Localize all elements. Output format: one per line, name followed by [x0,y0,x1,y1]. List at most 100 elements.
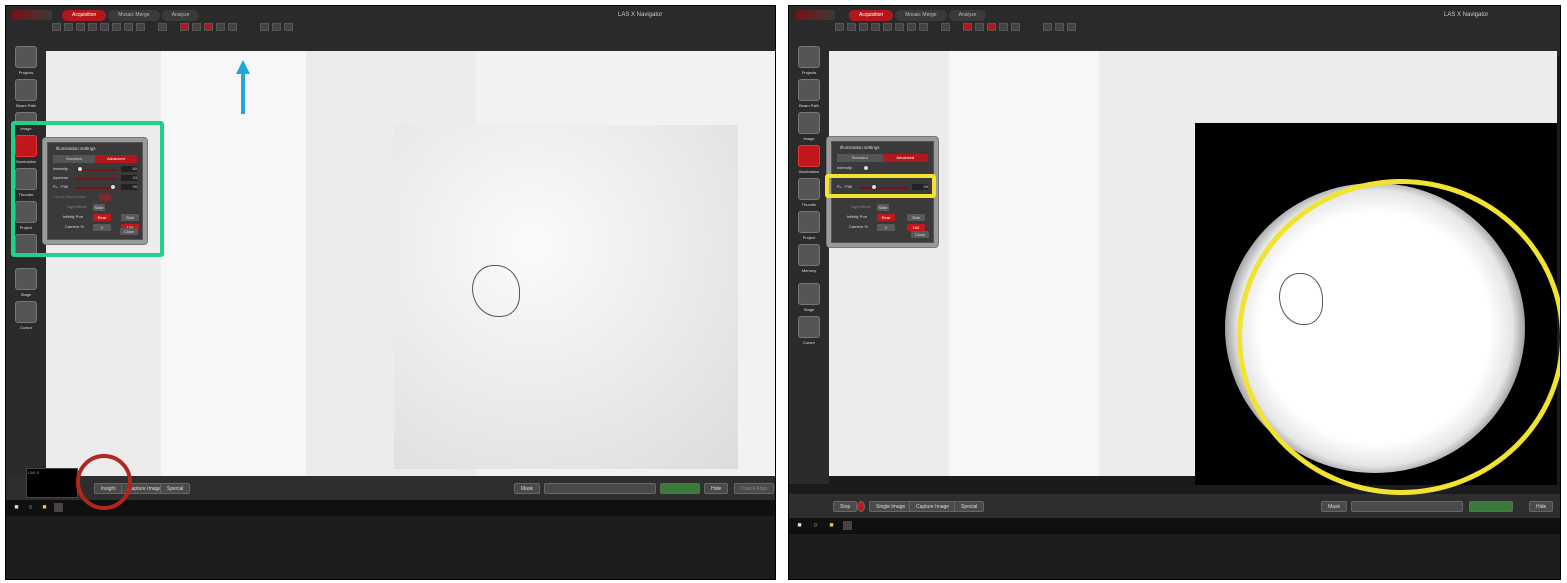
tool-button[interactable] [52,23,61,31]
stop-button[interactable]: Stop [833,501,858,512]
aperture-value[interactable]: 24 [121,175,137,181]
search-icon[interactable]: ○ [811,521,820,530]
las-x-taskbar-icon[interactable]: ▪ [843,521,852,530]
close-button[interactable]: Close [120,228,138,235]
mask-button[interactable]: Mask [514,483,540,494]
sidebar-item-memory[interactable]: Memory [793,244,825,273]
tool-button[interactable] [847,23,856,31]
capture-image-button[interactable]: Capture Image [909,501,957,512]
sidebar-item-cursor[interactable]: Cursor [793,316,825,345]
tool-button[interactable] [272,23,281,31]
tab-acquisition[interactable]: Acquisition [62,10,107,21]
tab-mosaic-merge[interactable]: Mosaic Merge [895,10,947,21]
light-mode-button[interactable]: Slide [93,204,105,211]
tool-button[interactable] [100,23,109,31]
fl-fim-value[interactable]: 55 [912,184,928,190]
record-icon[interactable] [857,501,865,512]
tool-button[interactable] [941,23,950,31]
tool-button[interactable] [136,23,145,31]
record-button[interactable] [987,23,996,31]
sidebar-item-stage[interactable]: Stage [10,268,42,297]
windows-start-icon[interactable]: ■ [795,521,804,530]
apply-tools[interactable] [660,483,700,494]
image-viewer[interactable] [829,51,1557,485]
tool-button[interactable] [124,23,133,31]
camera-0-button[interactable]: 0 [93,224,111,231]
intensity-value[interactable]: 80 [121,166,137,172]
tool-button[interactable] [871,23,880,31]
tab-mosaic-merge[interactable]: Mosaic Merge [108,10,160,21]
tool-button[interactable] [1055,23,1064,31]
hide-button[interactable]: Hide [704,483,729,494]
tool-button[interactable] [1043,23,1052,31]
sidebar-item-beam-path[interactable]: Beam Path [793,79,825,108]
hide-button[interactable]: Hide [1529,501,1554,512]
tool-button[interactable] [975,23,984,31]
infinity-side-button[interactable]: Side [907,214,925,221]
special-button[interactable]: Special [160,483,191,494]
mode-advanced[interactable]: Advanced [95,155,137,163]
tool-button[interactable] [835,23,844,31]
sidebar-item-project[interactable]: Project [793,211,825,240]
mode-advanced[interactable]: Advanced [882,154,928,162]
sidebar-item-projects[interactable]: Projects [10,46,42,75]
tool-button[interactable] [883,23,892,31]
tool-button[interactable] [1067,23,1076,31]
thumbnail-preview[interactable]: LAS X [26,468,78,498]
sidebar-item-thunder[interactable]: Thunder [793,178,825,207]
tool-button[interactable] [112,23,121,31]
fl-fim-slider[interactable] [859,187,908,189]
camera-0-button[interactable]: 0 [877,224,895,231]
infinity-rear-button[interactable]: Rear [93,214,111,221]
sidebar-item-beam-path[interactable]: Beam Path [10,79,42,108]
tool-button[interactable] [907,23,916,31]
las-x-taskbar-icon[interactable]: ▪ [54,503,63,512]
folder-icon[interactable]: ■ [827,521,836,530]
tab-analyze[interactable]: Analyze [948,10,987,21]
windows-start-icon[interactable]: ■ [12,503,21,512]
create-illumination-toggle[interactable] [99,194,111,201]
tool-button[interactable] [158,23,167,31]
close-button[interactable]: Close [911,231,929,238]
tab-acquisition[interactable]: Acquisition [849,10,894,21]
tool-button[interactable] [919,23,928,31]
infinity-rear-button[interactable]: Rear [877,214,895,221]
sidebar-item-projects[interactable]: Projects [793,46,825,75]
sidebar-item-illumination[interactable]: Illumination [793,145,825,174]
fl-fim-value[interactable]: 55 [121,184,137,190]
special-button[interactable]: Special [954,501,985,512]
apply-tools[interactable] [1469,501,1513,512]
check-align-button[interactable]: Check Align [734,483,775,494]
tool-button[interactable] [192,23,201,31]
mask-button[interactable]: Mask [1321,501,1347,512]
live-button[interactable] [963,23,972,31]
tool-button[interactable] [76,23,85,31]
sidebar-item-image[interactable]: Image [793,112,825,141]
tool-button[interactable] [999,23,1008,31]
roi-tools[interactable] [544,483,656,494]
tool-button[interactable] [284,23,293,31]
record-button[interactable] [204,23,213,31]
tool-button[interactable] [228,23,237,31]
light-mode-button[interactable]: Slide [877,204,889,211]
sidebar-item-cursor[interactable]: Cursor [10,301,42,330]
insight-button[interactable]: Insight [94,483,123,494]
sidebar-item-project[interactable]: Project [10,201,42,230]
folder-icon[interactable]: ■ [40,503,49,512]
tab-analyze[interactable]: Analyze [161,10,200,21]
sidebar-item-image[interactable]: Image [10,112,42,131]
roi-tools[interactable] [1351,501,1463,512]
slider-knob[interactable] [110,184,116,190]
aperture-slider[interactable] [75,178,117,180]
camera-100-button[interactable]: 100 [907,224,925,231]
sidebar-item-illumination[interactable]: Illumination [10,135,42,164]
tool-button[interactable] [64,23,73,31]
sidebar-item-stage[interactable]: Stage [793,283,825,312]
sidebar-item-memory[interactable] [10,234,42,256]
infinity-side-button[interactable]: Side [121,214,139,221]
slider-knob[interactable] [863,165,869,171]
tool-button[interactable] [895,23,904,31]
tool-button[interactable] [216,23,225,31]
tool-button[interactable] [1011,23,1020,31]
tool-button[interactable] [859,23,868,31]
